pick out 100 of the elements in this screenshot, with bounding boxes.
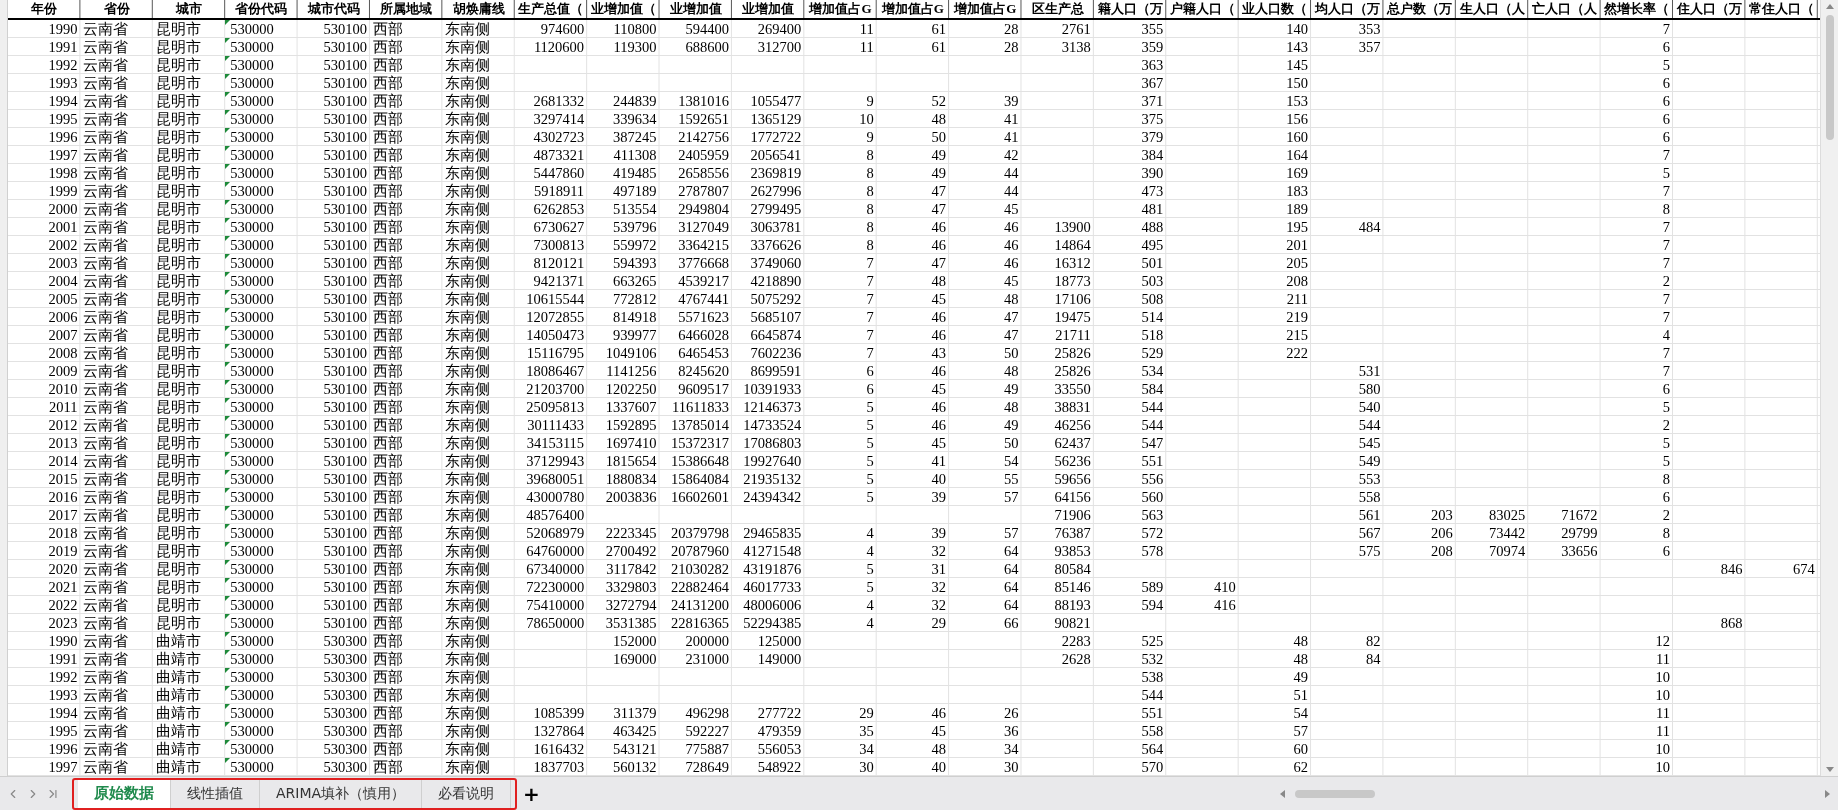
scroll-up-icon[interactable] bbox=[1825, 4, 1834, 9]
table-cell-text: 5447860 bbox=[532, 164, 586, 181]
table-cell-text: 5 bbox=[1661, 164, 1671, 181]
table-cell-text: 145 bbox=[1285, 56, 1310, 73]
corner-marker-icon bbox=[225, 308, 231, 313]
corner-marker-icon bbox=[225, 146, 231, 151]
horizontal-scrollbar-thumb[interactable] bbox=[1295, 789, 1375, 798]
table-cell-text: 云南省 bbox=[82, 110, 130, 127]
table-cell-text: 7 bbox=[1661, 20, 1671, 37]
table-cell-text: 21935132 bbox=[742, 470, 803, 487]
scroll-left-icon[interactable] bbox=[1280, 789, 1285, 798]
table-cell-text: 云南省 bbox=[82, 146, 130, 163]
table-cell-text: 7 bbox=[865, 344, 875, 361]
table-cell-text: 530300 bbox=[322, 722, 368, 739]
table-cell-text: 563 bbox=[1140, 506, 1165, 523]
table-cell-text: 2761 bbox=[1060, 20, 1092, 37]
table-cell-text: 45 bbox=[1002, 272, 1020, 289]
table-cell-text: 48 bbox=[1002, 362, 1020, 379]
table-cell-text: 东南侧 bbox=[444, 524, 492, 541]
table-cell-text: 530100 bbox=[322, 596, 368, 613]
table-cell-text: 7 bbox=[865, 272, 875, 289]
table-cell-text: 558 bbox=[1140, 722, 1165, 739]
table-cell-text: 3127049 bbox=[677, 218, 730, 235]
table-cell-text: 西部 bbox=[371, 56, 404, 73]
table-cell-text: 曲靖市 bbox=[154, 704, 202, 721]
table-cell-text: 530300 bbox=[322, 740, 368, 757]
scroll-down-icon[interactable] bbox=[1825, 767, 1834, 772]
table-cell-text: 312700 bbox=[756, 38, 803, 55]
table-cell-text: 8 bbox=[865, 164, 875, 181]
table-cell-text: 1994 bbox=[47, 92, 79, 109]
table-cell-text: 31 bbox=[930, 560, 948, 577]
table-cell-text: 2023 bbox=[47, 614, 79, 631]
table-cell-text: 57 bbox=[1292, 722, 1310, 739]
table-cell-text: 东南侧 bbox=[444, 650, 492, 667]
scroll-right-icon[interactable] bbox=[1825, 789, 1830, 798]
table-cell-text: 530000 bbox=[230, 308, 275, 325]
table-cell-text: 西部 bbox=[371, 452, 404, 469]
table-cell-text: 7 bbox=[1661, 344, 1671, 361]
table-cell-text: 205 bbox=[1285, 254, 1310, 271]
table-cell-text: 西部 bbox=[371, 362, 404, 379]
table-cell-text: 5 bbox=[1661, 452, 1671, 469]
table-cell-text: 8 bbox=[1661, 200, 1671, 217]
table-cell-text: 530100 bbox=[322, 56, 368, 73]
table-cell-text: 10 bbox=[1654, 758, 1671, 775]
table-cell-text: 云南省 bbox=[82, 182, 130, 199]
table-cell-text: 531 bbox=[1357, 362, 1382, 379]
corner-marker-icon bbox=[225, 434, 231, 439]
table-cell-text: 363 bbox=[1140, 56, 1165, 73]
table-cell-text: 530100 bbox=[322, 434, 368, 451]
table-cell-text: 2019 bbox=[47, 542, 79, 559]
table-cell-text: 东南侧 bbox=[444, 434, 492, 451]
scrollbar-thumb[interactable] bbox=[1825, 15, 1834, 140]
table-cell-text: 534 bbox=[1140, 362, 1165, 379]
table-cell-text: 25095813 bbox=[525, 398, 586, 415]
table-cell-text: 48 bbox=[1292, 632, 1310, 649]
table-cell-text: 551 bbox=[1140, 704, 1165, 721]
table-cell-text: 530000 bbox=[230, 164, 275, 181]
table-cell-text: 6 bbox=[1661, 128, 1671, 145]
sheet-tab[interactable]: 原始数据 bbox=[78, 779, 171, 808]
table-cell-text: 60 bbox=[1292, 740, 1310, 757]
table-cell-text: 21711 bbox=[1054, 326, 1092, 343]
table-cell-text: 55 bbox=[1002, 470, 1020, 487]
table-cell-text: 530100 bbox=[322, 290, 368, 307]
add-sheet-button[interactable]: + bbox=[521, 783, 542, 804]
table-cell-text: 西部 bbox=[371, 272, 404, 289]
table-cell-text: 530000 bbox=[230, 56, 275, 73]
table-cell-text: 359 bbox=[1140, 38, 1165, 55]
table-cell-text: 8 bbox=[865, 200, 875, 217]
table-cell-text: 云南省 bbox=[82, 560, 130, 577]
table-cell-text: 530000 bbox=[230, 722, 275, 739]
table-cell-text: 564 bbox=[1140, 740, 1165, 757]
table-cell-text: 28 bbox=[1002, 20, 1020, 37]
table-cell-text: 11 bbox=[1655, 650, 1671, 667]
table-cell-text: 14050473 bbox=[525, 326, 586, 343]
table-cell-text: 152000 bbox=[612, 632, 658, 649]
table-cell-text: 530100 bbox=[322, 128, 368, 145]
table-cell-text: 46 bbox=[930, 218, 948, 235]
table-cell-text: 54 bbox=[1292, 704, 1310, 721]
table-cell-text: 云南省 bbox=[82, 380, 130, 397]
table-cell-text: 西部 bbox=[371, 308, 404, 325]
table-cell-text: 41 bbox=[930, 452, 948, 469]
table-cell-text: 62 bbox=[1292, 758, 1310, 775]
table-cell-text: 云南省 bbox=[82, 758, 130, 775]
table-cell-text: 7 bbox=[865, 290, 875, 307]
table-cell-text: 46 bbox=[1002, 254, 1020, 271]
table-cell-text: 49 bbox=[930, 146, 948, 163]
table-cell-text: 25826 bbox=[1053, 344, 1092, 361]
table-cell-text: 143 bbox=[1285, 38, 1310, 55]
table-cell-text: 501 bbox=[1140, 254, 1165, 271]
table-cell-text: 57 bbox=[1002, 524, 1020, 541]
table-cell-text: 530100 bbox=[322, 308, 368, 325]
table-cell-text: 66 bbox=[1002, 614, 1020, 631]
table-cell-text: 85146 bbox=[1053, 578, 1092, 595]
table-cell-text: 39 bbox=[930, 524, 948, 541]
vertical-scrollbar[interactable] bbox=[1820, 0, 1838, 776]
column-header: 增加值占G bbox=[954, 0, 1017, 18]
corner-marker-icon bbox=[225, 218, 231, 223]
table-cell-text: 曲靖市 bbox=[154, 686, 202, 703]
table-cell-text: 150 bbox=[1285, 74, 1310, 91]
table-cell-text: 东南侧 bbox=[444, 686, 492, 703]
